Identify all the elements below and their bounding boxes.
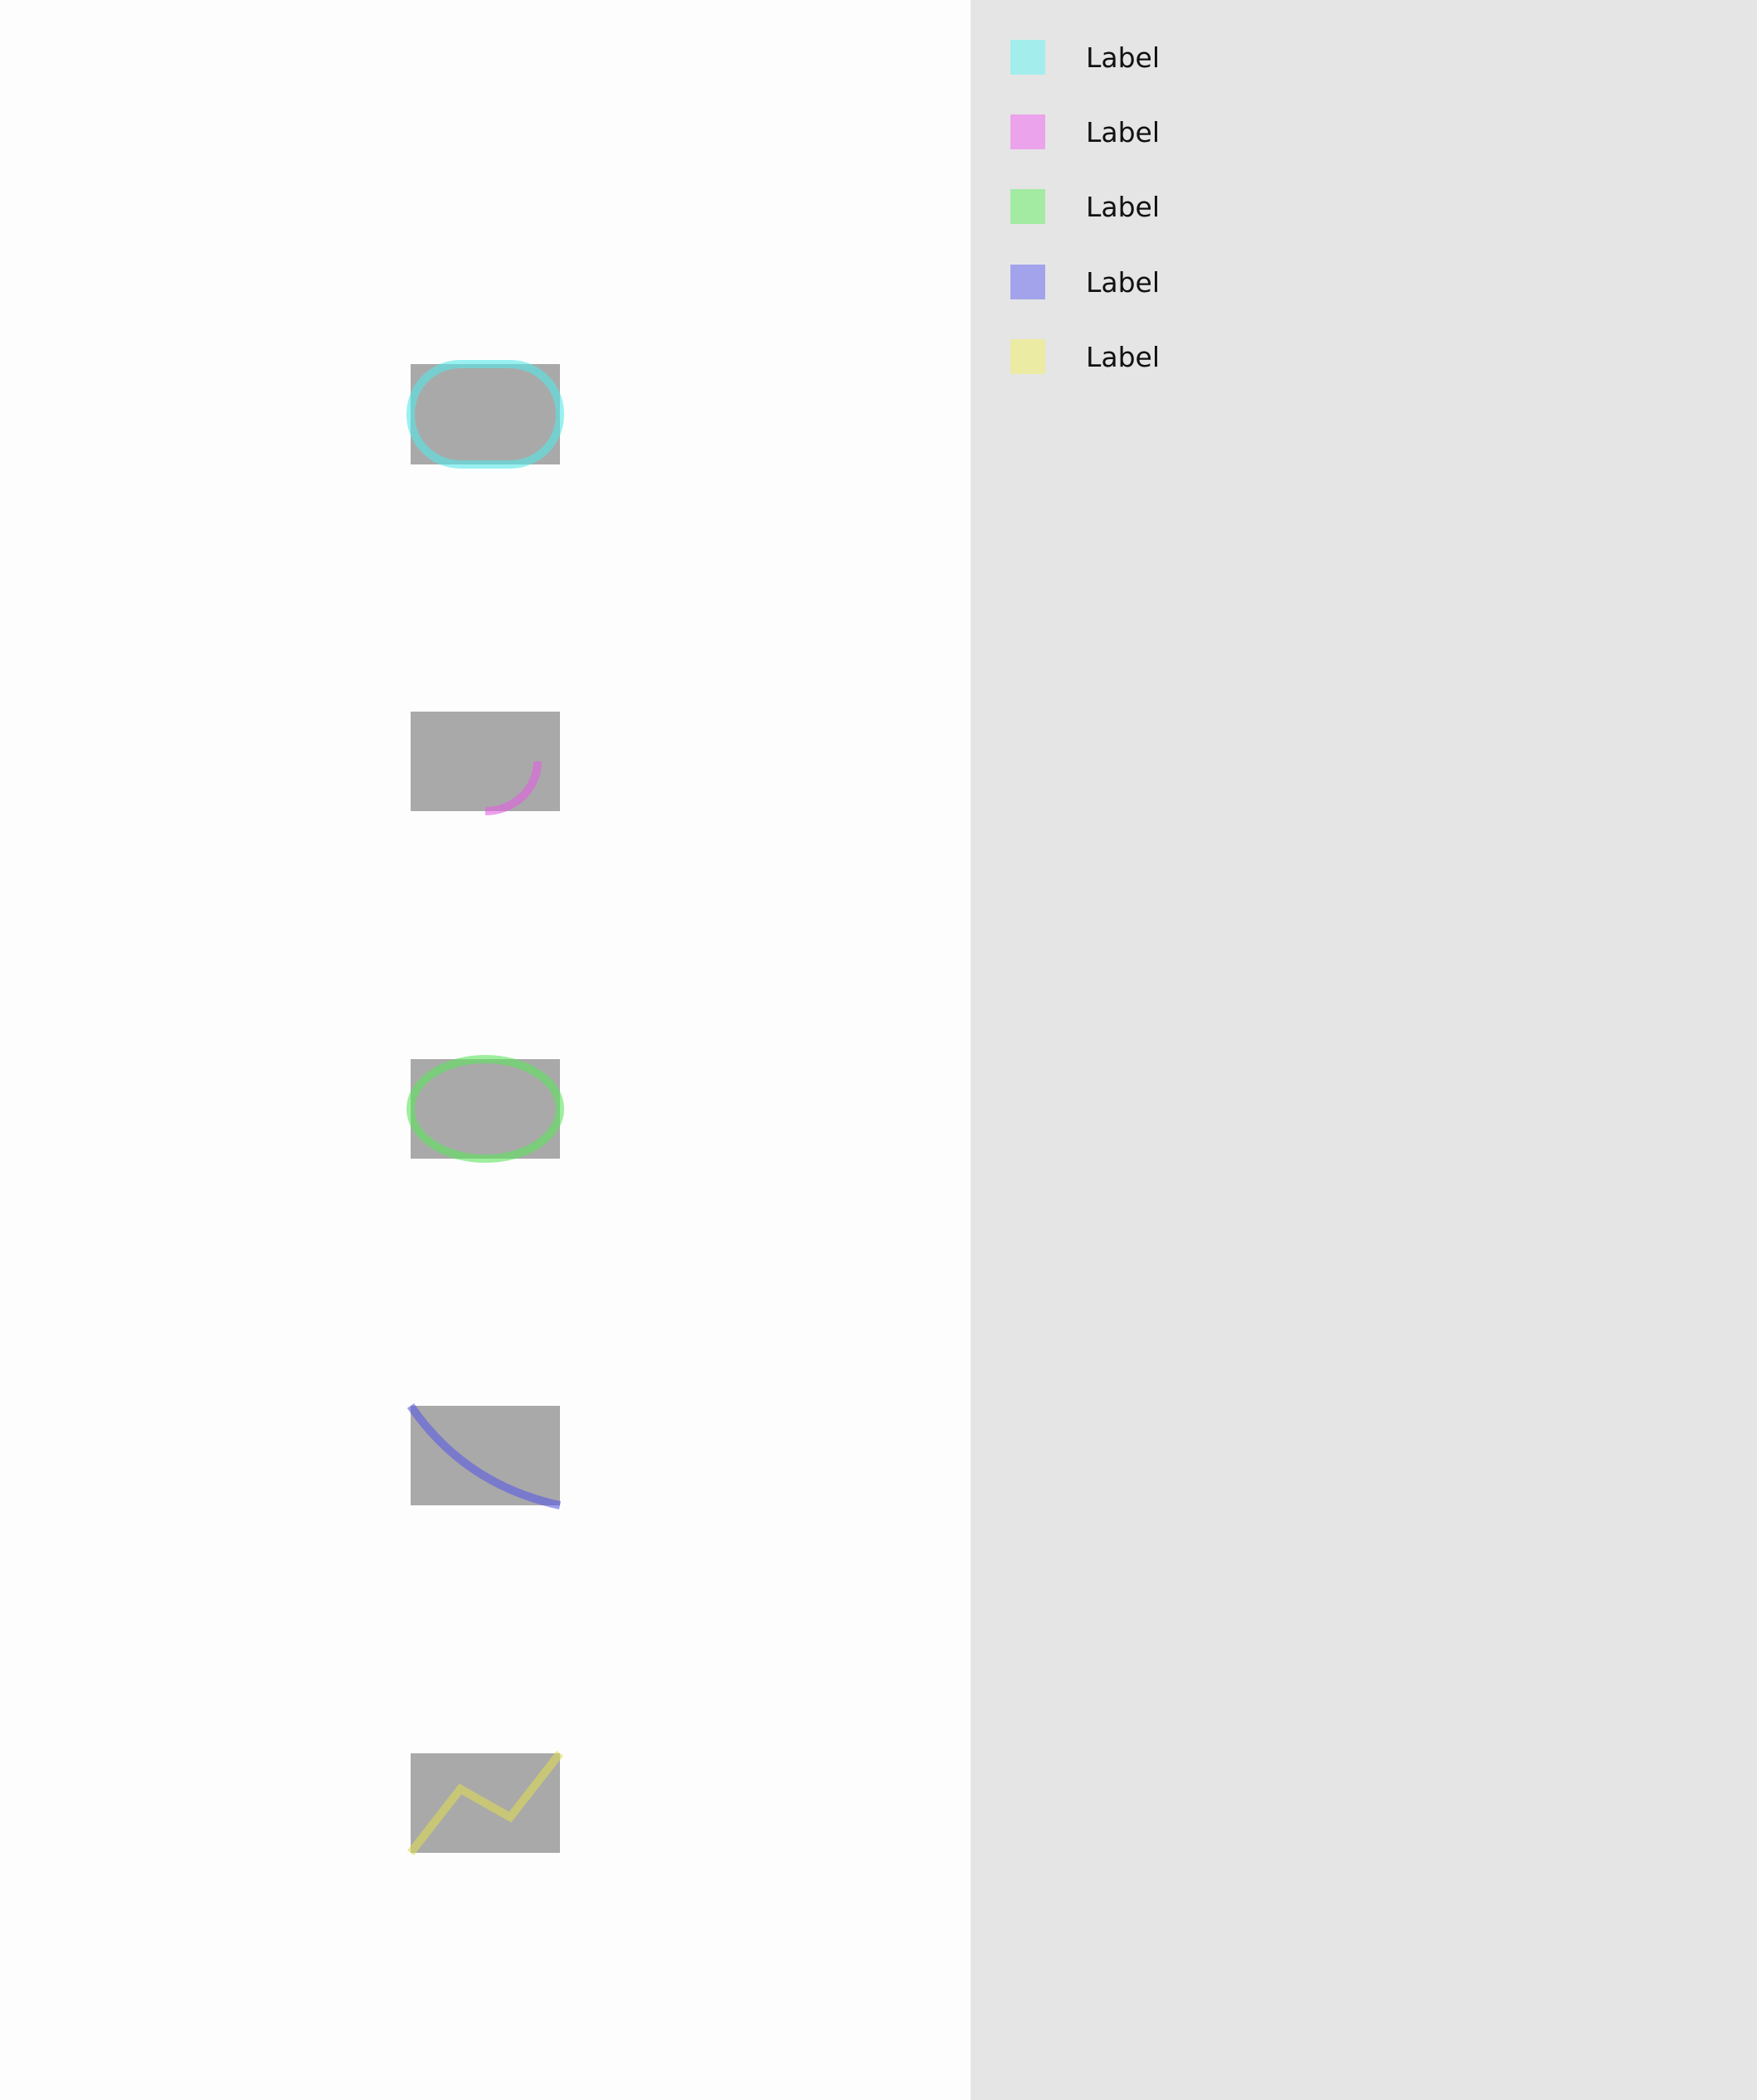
shape-canvas [406, 360, 564, 1856]
legend-item[interactable]: Label [1010, 338, 1160, 375]
legend-item[interactable]: Label [1010, 188, 1160, 225]
legend-label: Label [1086, 190, 1161, 223]
shape-item-3[interactable] [406, 1055, 564, 1163]
app-window: Label Label Label Label Label [0, 0, 1757, 2100]
shape-item-2[interactable] [411, 712, 560, 815]
canvas-panel [0, 0, 971, 2100]
legend-item[interactable]: Label [1010, 114, 1160, 150]
legend-swatch [1010, 114, 1045, 149]
legend-swatch [1010, 265, 1045, 299]
shape-item-4[interactable] [406, 1403, 562, 1509]
shape-box-1 [411, 364, 560, 464]
legend-label: Label [1086, 41, 1161, 74]
shape-item-1[interactable] [406, 360, 564, 469]
legend-item[interactable]: Label [1010, 264, 1160, 300]
shape-box-4 [411, 1406, 560, 1505]
shape-item-5[interactable] [407, 1750, 563, 1856]
legend-panel: Label Label Label Label Label [971, 0, 1757, 2100]
legend-label: Label [1086, 265, 1161, 299]
legend-swatch [1010, 40, 1045, 75]
legend-item[interactable]: Label [1010, 39, 1160, 75]
legend-swatch [1010, 339, 1045, 374]
legend-label: Label [1086, 340, 1161, 373]
legend-swatch [1010, 189, 1045, 224]
legend-label: Label [1086, 115, 1161, 148]
